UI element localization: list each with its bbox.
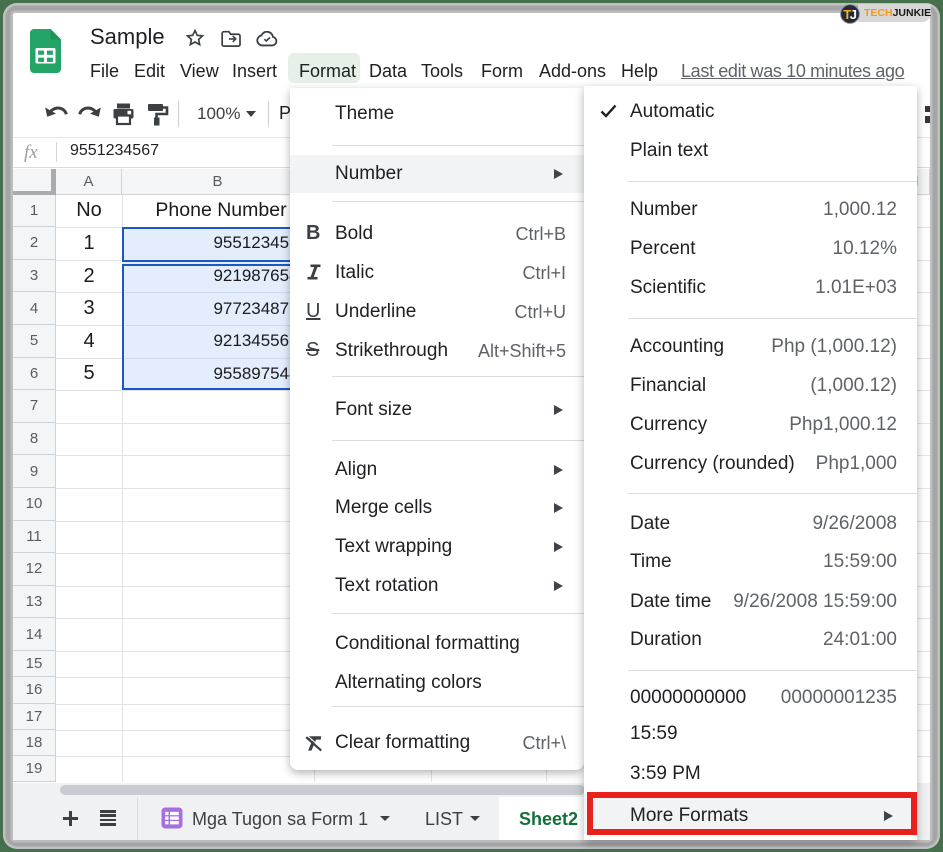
svg-text:J: J — [850, 7, 857, 22]
